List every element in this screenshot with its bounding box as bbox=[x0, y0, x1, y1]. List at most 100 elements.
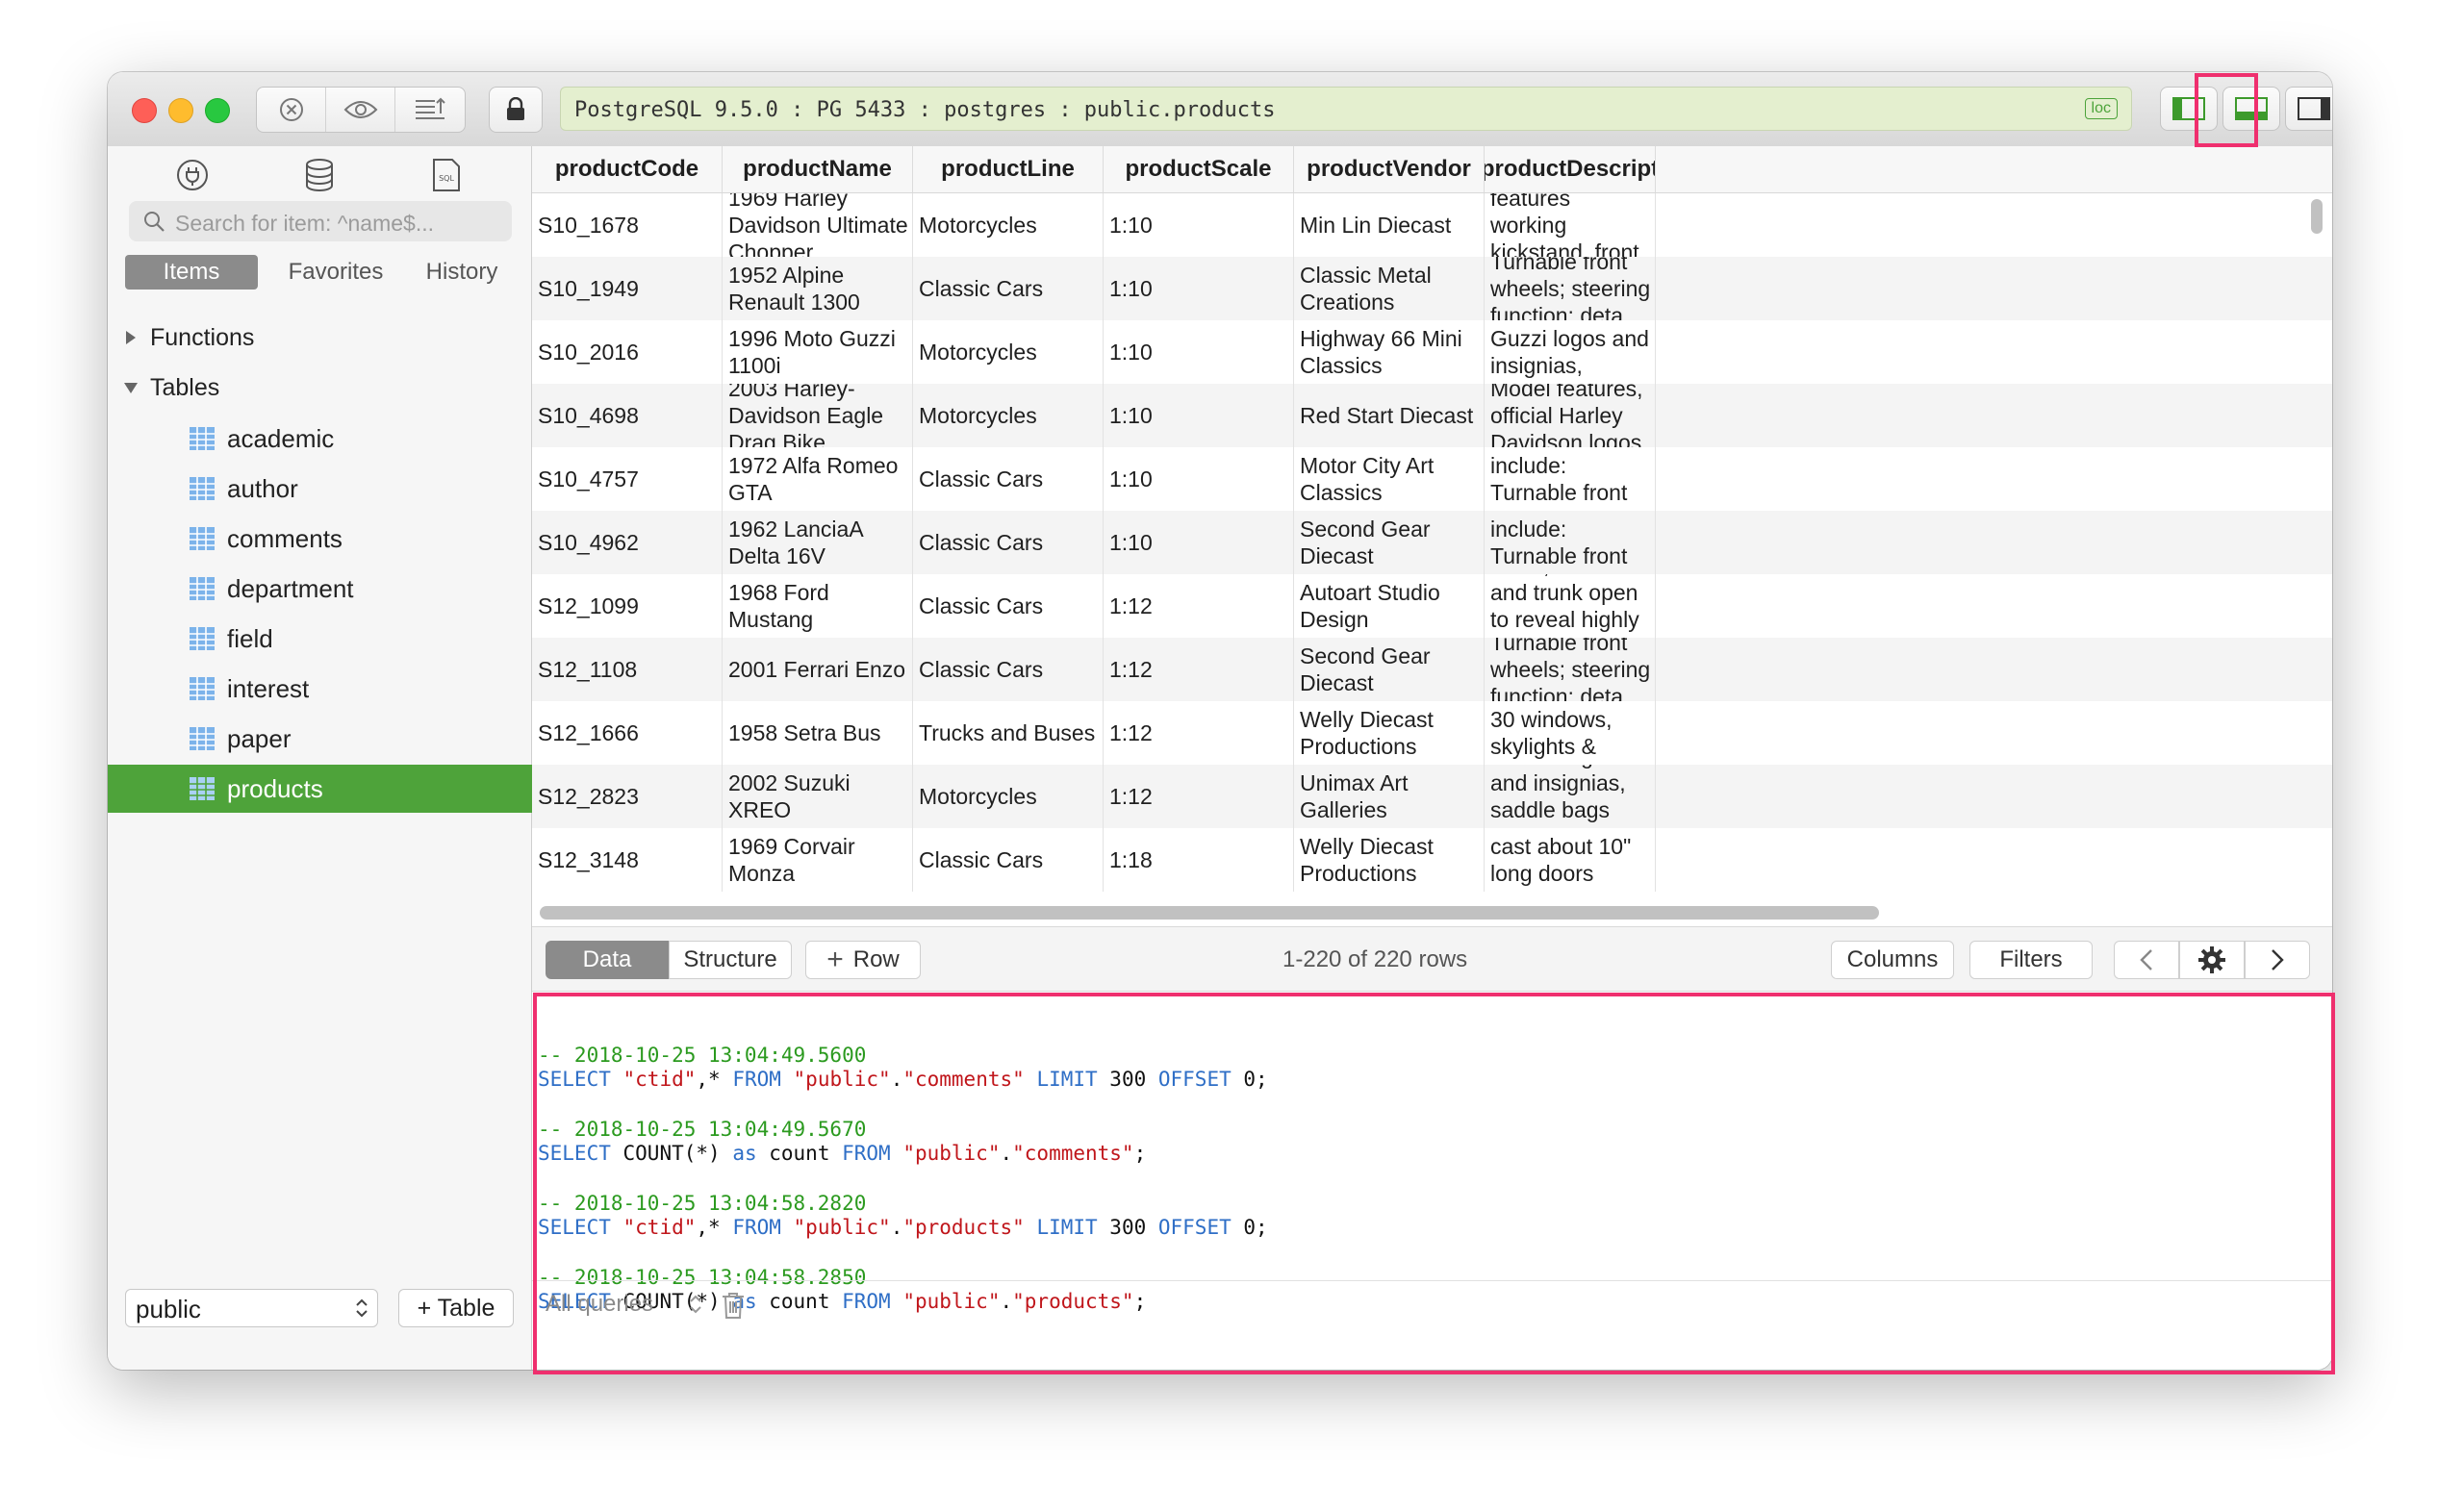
pagination-settings-button[interactable] bbox=[2179, 941, 2245, 979]
table-cell[interactable]: 2003 Harley-Davidson Eagle Drag Bike bbox=[723, 384, 913, 447]
table-cell[interactable]: S12_2823 bbox=[532, 765, 723, 828]
sidebar-table-author[interactable]: author bbox=[108, 465, 532, 513]
table-cell[interactable]: S10_4698 bbox=[532, 384, 723, 447]
table-cell[interactable]: S12_3148 bbox=[532, 828, 723, 892]
table-cell[interactable]: Unimax Art Galleries bbox=[1294, 765, 1485, 828]
table-cell[interactable]: Welly Diecast Productions bbox=[1294, 701, 1485, 765]
toggle-bottom-panel-button[interactable] bbox=[2222, 87, 2280, 131]
table-cell[interactable]: Motor City Art Classics bbox=[1294, 447, 1485, 511]
table-row[interactable]: S10_4757 1972 Alfa Romeo GTA Classic Cars 1… bbox=[532, 447, 2332, 511]
table-cell[interactable]: Classic Cars bbox=[913, 511, 1104, 574]
table-row[interactable]: S10_2016 1996 Moto Guzzi 1100i Motorcycles… bbox=[532, 320, 2332, 384]
sidebar-search-field[interactable]: Search for item: ^name$... bbox=[129, 201, 512, 241]
sidebar-table-products[interactable]: products bbox=[108, 765, 532, 813]
table-cell[interactable]: S10_2016 bbox=[532, 320, 723, 384]
table-row[interactable]: S12_1108 2001 Ferrari Enzo Classic Cars 1:1… bbox=[532, 638, 2332, 701]
column-header[interactable]: productLine bbox=[913, 146, 1104, 192]
table-cell[interactable]: 1:10 bbox=[1104, 384, 1294, 447]
table-cell[interactable]: Trucks and Buses bbox=[913, 701, 1104, 765]
sidebar-table-field[interactable]: field bbox=[108, 615, 532, 663]
table-row[interactable]: S10_4698 2003 Harley-Davidson Eagle Drag … bbox=[532, 384, 2332, 447]
table-cell[interactable]: 1969 Harley Davidson Ultimate Chopper bbox=[723, 193, 913, 257]
table-cell[interactable]: Second Gear Diecast bbox=[1294, 511, 1485, 574]
filters-button[interactable]: Filters bbox=[1969, 941, 2093, 979]
table-cell[interactable]: 1968 Ford Mustang bbox=[723, 574, 913, 638]
table-cell[interactable]: 1:10 bbox=[1104, 511, 1294, 574]
close-window-button[interactable] bbox=[132, 98, 157, 123]
commit-button[interactable] bbox=[395, 88, 465, 132]
tab-favorites[interactable]: Favorites bbox=[269, 255, 402, 290]
query-filter-select[interactable]: All queries bbox=[546, 1291, 653, 1318]
minimize-window-button[interactable] bbox=[168, 98, 193, 123]
connections-tab[interactable] bbox=[173, 156, 212, 194]
table-row[interactable]: S12_2823 2002 Suzuki XREO Motorcycles 1:12 U… bbox=[532, 765, 2332, 828]
table-cell[interactable]: Classic Cars bbox=[913, 257, 1104, 320]
table-cell[interactable]: Official logos and insignias, saddle bag… bbox=[1485, 765, 1656, 828]
table-cell[interactable]: This replica features working kickstand,… bbox=[1485, 193, 1656, 257]
table-cell[interactable]: Classic Cars bbox=[913, 574, 1104, 638]
column-header[interactable]: productDescript bbox=[1485, 146, 1656, 192]
horizontal-scrollbar[interactable] bbox=[540, 906, 1879, 920]
tab-history[interactable]: History bbox=[404, 255, 520, 290]
table-cell[interactable]: Autoart Studio Design bbox=[1294, 574, 1485, 638]
previous-page-button[interactable] bbox=[2114, 941, 2179, 979]
sidebar-table-paper[interactable]: paper bbox=[108, 715, 532, 763]
table-cell[interactable]: 1:12 bbox=[1104, 701, 1294, 765]
table-cell[interactable]: 1996 Moto Guzzi 1100i bbox=[723, 320, 913, 384]
table-cell[interactable]: 1:10 bbox=[1104, 257, 1294, 320]
connection-address-bar[interactable]: PostgreSQL 9.5.0 : PG 5433 : postgres : … bbox=[560, 87, 2132, 131]
schema-select[interactable]: public bbox=[125, 1289, 378, 1327]
sidebar-table-interest[interactable]: interest bbox=[108, 665, 532, 713]
table-cell[interactable]: 1958 Setra Bus bbox=[723, 701, 913, 765]
column-header[interactable]: productVendor bbox=[1294, 146, 1485, 192]
table-cell[interactable]: Classic Metal Creations bbox=[1294, 257, 1485, 320]
table-cell[interactable]: Classic Cars bbox=[913, 638, 1104, 701]
column-header[interactable]: productName bbox=[723, 146, 913, 192]
table-cell[interactable]: 1969 Corvair Monza bbox=[723, 828, 913, 892]
column-header[interactable]: productScale bbox=[1104, 146, 1294, 192]
table-cell[interactable]: Motorcycles bbox=[913, 320, 1104, 384]
table-cell[interactable]: Welly Diecast Productions bbox=[1294, 828, 1485, 892]
databases-tab[interactable] bbox=[300, 156, 339, 194]
table-cell[interactable]: 1:10 bbox=[1104, 447, 1294, 511]
tab-data[interactable]: Data bbox=[546, 941, 669, 979]
preview-button[interactable] bbox=[326, 88, 395, 132]
table-cell[interactable]: Min Lin Diecast bbox=[1294, 193, 1485, 257]
table-cell[interactable]: Features include: Turnable front wheels;… bbox=[1485, 447, 1656, 511]
table-cell[interactable]: Classic Cars bbox=[913, 828, 1104, 892]
table-row[interactable]: S10_1949 1952 Alpine Renault 1300 Classic … bbox=[532, 257, 2332, 320]
updown-chevron-icon[interactable] bbox=[688, 1293, 703, 1316]
table-cell[interactable]: Red Start Diecast bbox=[1294, 384, 1485, 447]
table-cell[interactable]: Turnable front wheels; steering function… bbox=[1485, 638, 1656, 701]
stop-query-button[interactable] bbox=[257, 88, 326, 132]
table-cell[interactable]: Model features, official Harley Davidson… bbox=[1485, 384, 1656, 447]
table-cell[interactable]: S10_4962 bbox=[532, 511, 723, 574]
table-cell[interactable]: Second Gear Diecast bbox=[1294, 638, 1485, 701]
table-cell[interactable]: 2002 Suzuki XREO bbox=[723, 765, 913, 828]
add-row-button[interactable]: + Row bbox=[805, 941, 921, 979]
table-cell[interactable]: Motorcycles bbox=[913, 384, 1104, 447]
tree-group-tables[interactable]: Tables bbox=[108, 364, 532, 412]
maximize-window-button[interactable] bbox=[205, 98, 230, 123]
table-cell[interactable]: S10_1949 bbox=[532, 257, 723, 320]
toggle-right-panel-button[interactable] bbox=[2285, 87, 2332, 131]
table-row[interactable]: S12_3148 1969 Corvair Monza Classic Cars 1:… bbox=[532, 828, 2332, 892]
table-cell[interactable]: S10_4757 bbox=[532, 447, 723, 511]
table-row[interactable]: S10_4962 1962 LanciaA Delta 16V Classic Ca… bbox=[532, 511, 2332, 574]
table-cell[interactable]: 1:18 scale die-cast about 10" long doors… bbox=[1485, 828, 1656, 892]
table-cell[interactable]: Official Moto Guzzi logos and insignias,… bbox=[1485, 320, 1656, 384]
tab-items[interactable]: Items bbox=[125, 255, 258, 290]
add-table-button[interactable]: + Table bbox=[398, 1289, 514, 1327]
toggle-left-panel-button[interactable] bbox=[2160, 87, 2218, 131]
columns-button[interactable]: Columns bbox=[1831, 941, 1954, 979]
table-cell[interactable]: S12_1108 bbox=[532, 638, 723, 701]
table-cell[interactable]: Classic Cars bbox=[913, 447, 1104, 511]
table-row[interactable]: S12_1666 1958 Setra Bus Trucks and Buses 1:… bbox=[532, 701, 2332, 765]
table-row[interactable]: S12_1099 1968 Ford Mustang Classic Cars 1:1… bbox=[532, 574, 2332, 638]
sidebar-table-department[interactable]: department bbox=[108, 565, 532, 613]
sql-editor-tab[interactable]: SQL bbox=[427, 156, 466, 194]
column-header[interactable]: productCode bbox=[532, 146, 723, 192]
trash-icon[interactable] bbox=[721, 1291, 746, 1320]
table-cell[interactable]: S10_1678 bbox=[532, 193, 723, 257]
table-cell[interactable]: Turnable front wheels; steering function… bbox=[1485, 257, 1656, 320]
